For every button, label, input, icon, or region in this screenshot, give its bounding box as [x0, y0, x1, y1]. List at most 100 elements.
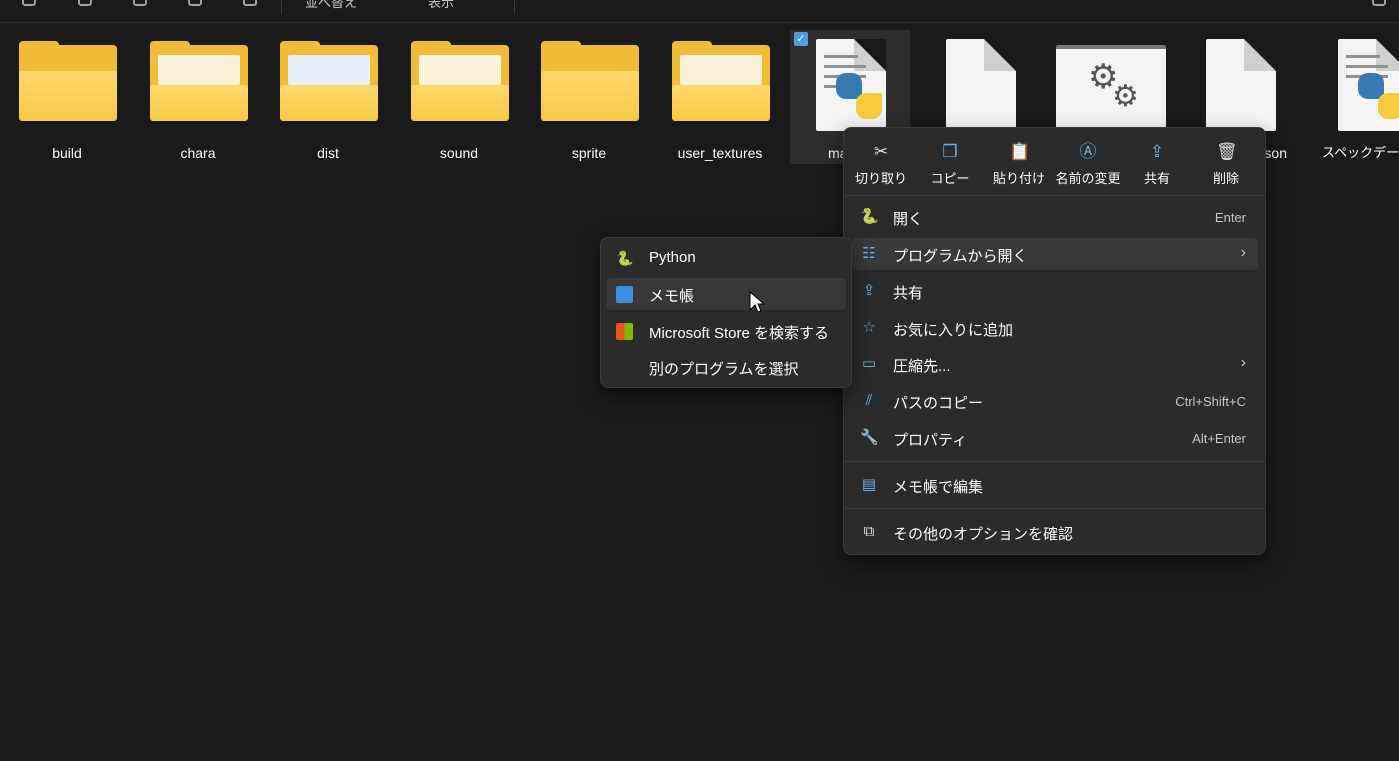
- notepad-icon: [616, 286, 633, 303]
- submenu-item-label: Python: [649, 249, 696, 266]
- path-copy-icon: ⫽: [865, 392, 873, 409]
- cut-action[interactable]: ✂ 切り取り: [847, 138, 915, 194]
- menu-item-more-options[interactable]: ⧉ その他のオプションを確認: [852, 516, 1258, 548]
- menu-item-open-with[interactable]: ☷ プログラムから開く ›: [852, 238, 1258, 270]
- copy-label: コピー: [930, 171, 970, 186]
- menu-item-compress[interactable]: ▭ 圧縮先... ›: [852, 348, 1258, 380]
- file-name: chara: [180, 145, 216, 161]
- python-icon: 🐍: [616, 250, 634, 266]
- menu-item-label: パスのコピー: [893, 395, 984, 412]
- folder-icon: [411, 41, 509, 123]
- folder-icon: [150, 41, 248, 123]
- menu-divider: [844, 461, 1265, 462]
- paste-label: 貼り付け: [992, 171, 1045, 186]
- python-file-item[interactable]: スペックデータ化 py: [1312, 30, 1399, 164]
- menu-item-share[interactable]: ⇪ 共有: [852, 275, 1258, 307]
- delete-action[interactable]: 🗑 削除: [1192, 138, 1260, 194]
- menu-item-shortcut: Ctrl+Shift+C: [1175, 394, 1246, 409]
- submenu-item-python[interactable]: 🐍 Python: [606, 242, 846, 274]
- folder-icon: [672, 41, 770, 123]
- menu-divider: [844, 508, 1265, 509]
- paste-icon[interactable]: [188, 0, 202, 6]
- submenu-item-notepad[interactable]: メモ帳: [606, 278, 846, 310]
- settings-file-icon: ⚙ ⚙: [1056, 45, 1166, 135]
- share-label: 共有: [1143, 171, 1170, 186]
- rename-label: 名前の変更: [1055, 171, 1121, 186]
- menu-item-label: メモ帳で編集: [893, 479, 984, 496]
- menu-item-edit-notepad[interactable]: ▤ メモ帳で編集: [852, 469, 1258, 501]
- sort-button[interactable]: 並べ替え: [305, 0, 357, 11]
- context-menu: ✂ 切り取り ❐ コピー 📋 貼り付け Ⓐ 名前の変更 ⇪ 共有 🗑 削除 🐍 開く Ent…: [843, 127, 1266, 555]
- view-button[interactable]: 表示: [428, 0, 454, 11]
- folder-item[interactable]: dist: [268, 30, 388, 164]
- python-file-icon: [816, 39, 886, 131]
- menu-item-shortcut: Enter: [1214, 210, 1246, 225]
- share-icon: ⇪: [862, 282, 876, 299]
- menu-item-label: プロパティ: [893, 432, 968, 449]
- zip-icon: ▭: [861, 355, 877, 372]
- file-name: sprite: [571, 145, 607, 161]
- open-with-icon: ☷: [862, 245, 876, 262]
- copy-action[interactable]: ❐ コピー: [916, 138, 984, 194]
- notepad-icon: ▤: [861, 476, 877, 493]
- folder-item[interactable]: build: [7, 30, 127, 164]
- toolbar-divider: [281, 0, 282, 14]
- menu-item-label: 圧縮先...: [893, 358, 951, 375]
- menu-item-label: お気に入りに追加: [893, 322, 1014, 339]
- menu-item-properties[interactable]: 🔧 プロパティ Alt+Enter: [852, 422, 1258, 454]
- menu-divider: [844, 195, 1265, 196]
- external-link-icon: ⧉: [863, 523, 875, 540]
- cut-icon[interactable]: [78, 0, 92, 6]
- file-name-line1: スペックデータ化: [1322, 145, 1399, 160]
- menu-item-shortcut: Alt+Enter: [1192, 431, 1246, 446]
- folder-icon: [541, 41, 639, 123]
- submenu-item-label: メモ帳: [649, 288, 695, 305]
- menu-item-copy-path[interactable]: ⫽ パスのコピー Ctrl+Shift+C: [852, 385, 1258, 417]
- open-with-submenu: 🐍 Python メモ帳 Microsoft Store を検索する 別のプログ…: [600, 237, 852, 388]
- menu-item-favorite[interactable]: ☆ お気に入りに追加: [852, 312, 1258, 344]
- file-name-line2: py: [1322, 162, 1399, 164]
- wrench-icon: 🔧: [860, 429, 879, 446]
- python-icon: 🐍: [860, 208, 879, 225]
- menu-item-label: その他のオプションを確認: [893, 526, 1074, 543]
- folder-item[interactable]: user_textures: [660, 30, 780, 164]
- menu-item-open[interactable]: 🐍 開く Enter: [852, 201, 1258, 233]
- python-file-icon: [1338, 39, 1399, 131]
- submenu-item-label: Microsoft Store を検索する: [649, 325, 830, 342]
- checkbox-icon[interactable]: ✓: [794, 32, 808, 46]
- toolbar-divider: [514, 0, 515, 14]
- folder-icon: [280, 41, 378, 123]
- rename-icon: Ⓐ: [1079, 142, 1097, 161]
- chevron-right-icon: ›: [1240, 354, 1246, 371]
- menu-item-label: プログラムから開く: [893, 248, 1028, 265]
- command-bar: 並べ替え 表示: [0, 0, 1399, 23]
- rename-icon[interactable]: [243, 0, 257, 6]
- new-item-icon[interactable]: [22, 0, 36, 6]
- paste-action[interactable]: 📋 貼り付け: [985, 138, 1053, 194]
- submenu-item-store[interactable]: Microsoft Store を検索する: [606, 315, 846, 347]
- chevron-right-icon: ›: [1240, 244, 1246, 261]
- file-name: dist: [317, 145, 339, 161]
- trash-icon: 🗑: [1216, 142, 1238, 161]
- submenu-item-label: 別のプログラムを選択: [649, 361, 799, 378]
- menu-item-label: 共有: [893, 285, 924, 302]
- blank-file-icon: [1206, 39, 1276, 131]
- blank-file-icon: [946, 39, 1016, 131]
- scissors-icon: ✂: [873, 142, 889, 161]
- paste-icon: 📋: [1009, 142, 1031, 161]
- delete-label: 削除: [1212, 171, 1239, 186]
- details-pane-icon[interactable]: [1372, 0, 1386, 6]
- file-name: スペックデータ化 py: [1312, 144, 1399, 164]
- folder-item[interactable]: sprite: [529, 30, 649, 164]
- folder-item[interactable]: sound: [399, 30, 519, 164]
- share-action[interactable]: ⇪ 共有: [1123, 138, 1191, 194]
- store-icon: [616, 323, 633, 340]
- copy-icon[interactable]: [133, 0, 147, 6]
- folder-icon: [19, 41, 117, 123]
- cut-label: 切り取り: [854, 171, 907, 186]
- rename-action[interactable]: Ⓐ 名前の変更: [1054, 138, 1122, 194]
- share-icon: ⇪: [1149, 142, 1165, 161]
- copy-icon: ❐: [942, 142, 958, 161]
- folder-item[interactable]: chara: [138, 30, 258, 164]
- submenu-item-choose-other[interactable]: 別のプログラムを選択: [606, 351, 846, 383]
